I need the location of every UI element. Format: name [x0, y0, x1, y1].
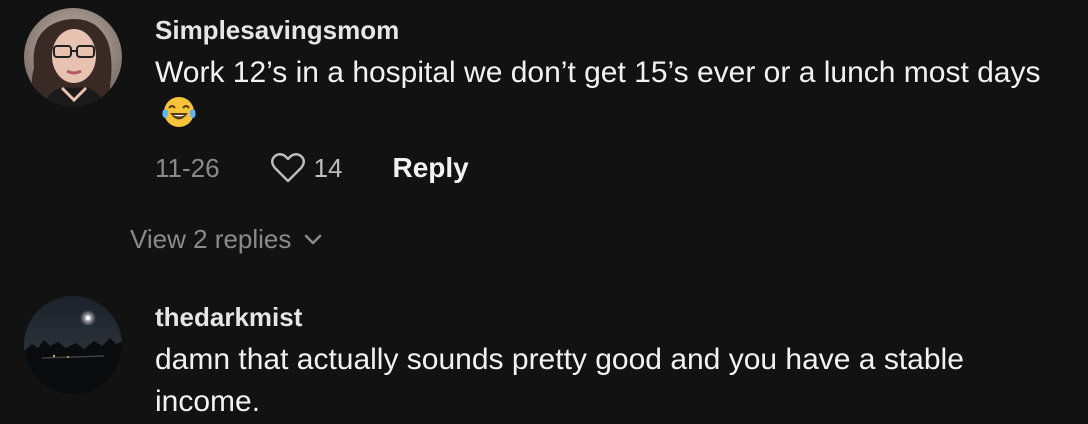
comment-date: 11-26	[155, 152, 220, 183]
avatar[interactable]	[24, 8, 122, 106]
user-photo-icon	[24, 8, 122, 106]
comments-panel: Simplesavingsmom Work 12’s in a hospital…	[0, 0, 1088, 424]
avatar[interactable]	[24, 296, 122, 394]
heart-outline-icon[interactable]	[270, 152, 306, 184]
view-replies-label: View 2 replies	[130, 223, 292, 254]
comment-username[interactable]: Simplesavingsmom	[155, 15, 399, 45]
comment-text: damn that actually sounds pretty good an…	[155, 343, 964, 418]
chevron-down-icon	[305, 234, 322, 245]
view-replies-button[interactable]: View 2 replies	[130, 222, 323, 256]
comment-meta: 11-26 14 Reply	[155, 150, 469, 186]
comment-username[interactable]: thedarkmist	[155, 302, 302, 332]
like-count: 14	[313, 152, 343, 183]
face-with-tears-of-joy-icon	[162, 97, 196, 127]
comment-body: Work 12’s in a hospital we don’t get 15’…	[155, 56, 1041, 89]
reply-button[interactable]: Reply	[393, 152, 469, 184]
comment-text: Work 12’s in a hospital we don’t get 15’…	[155, 52, 1065, 136]
like-button[interactable]: 14	[270, 152, 343, 184]
night-landscape-photo-icon	[24, 296, 122, 394]
